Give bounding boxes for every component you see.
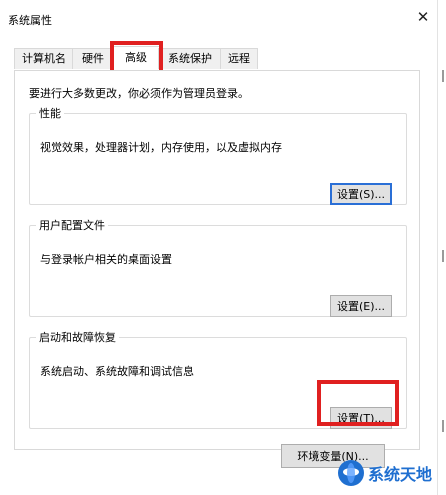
edge-mark: [442, 250, 444, 262]
close-button[interactable]: ✕: [412, 6, 434, 28]
user-profiles-group: 用户配置文件 与登录帐户相关的桌面设置 设置(E)...: [29, 217, 407, 317]
performance-description: 视觉效果，处理器计划，内存使用，以及虚拟内存: [40, 141, 282, 154]
watermark-text: 系统天地: [368, 465, 433, 484]
user-profiles-description: 与登录帐户相关的桌面设置: [40, 253, 172, 266]
close-icon: ✕: [416, 8, 430, 26]
window-title: 系统属性: [8, 14, 52, 27]
performance-legend: 性能: [39, 107, 61, 120]
window-edge: [437, 0, 446, 495]
user-profiles-settings-button[interactable]: 设置(E)...: [330, 295, 392, 317]
highlight-box-startup-settings: [317, 380, 399, 426]
edge-mark: [442, 70, 444, 82]
performance-settings-button[interactable]: 设置(S)...: [330, 183, 392, 205]
edge-mark: [442, 420, 444, 432]
startup-recovery-legend: 启动和故障恢复: [39, 331, 116, 344]
tab-system-protection[interactable]: 系统保护: [158, 48, 222, 69]
watermark: 系统天地: [338, 460, 432, 486]
system-properties-dialog: 系统属性 ✕ 计算机名 硬件 高级 系统保护 远程 要进行大多数更改，你必须作为…: [0, 0, 437, 495]
tab-hardware[interactable]: 硬件: [72, 48, 114, 69]
tab-remote[interactable]: 远程: [220, 48, 258, 69]
performance-group: 性能 视觉效果，处理器计划，内存使用，以及虚拟内存 设置(S)...: [29, 105, 407, 205]
watermark-logo-icon: [338, 460, 364, 486]
startup-recovery-description: 系统启动、系统故障和调试信息: [40, 365, 194, 378]
user-profiles-legend: 用户配置文件: [39, 219, 105, 232]
admin-notice: 要进行大多数更改，你必须作为管理员登录。: [29, 87, 249, 100]
tab-computer-name[interactable]: 计算机名: [14, 48, 74, 69]
